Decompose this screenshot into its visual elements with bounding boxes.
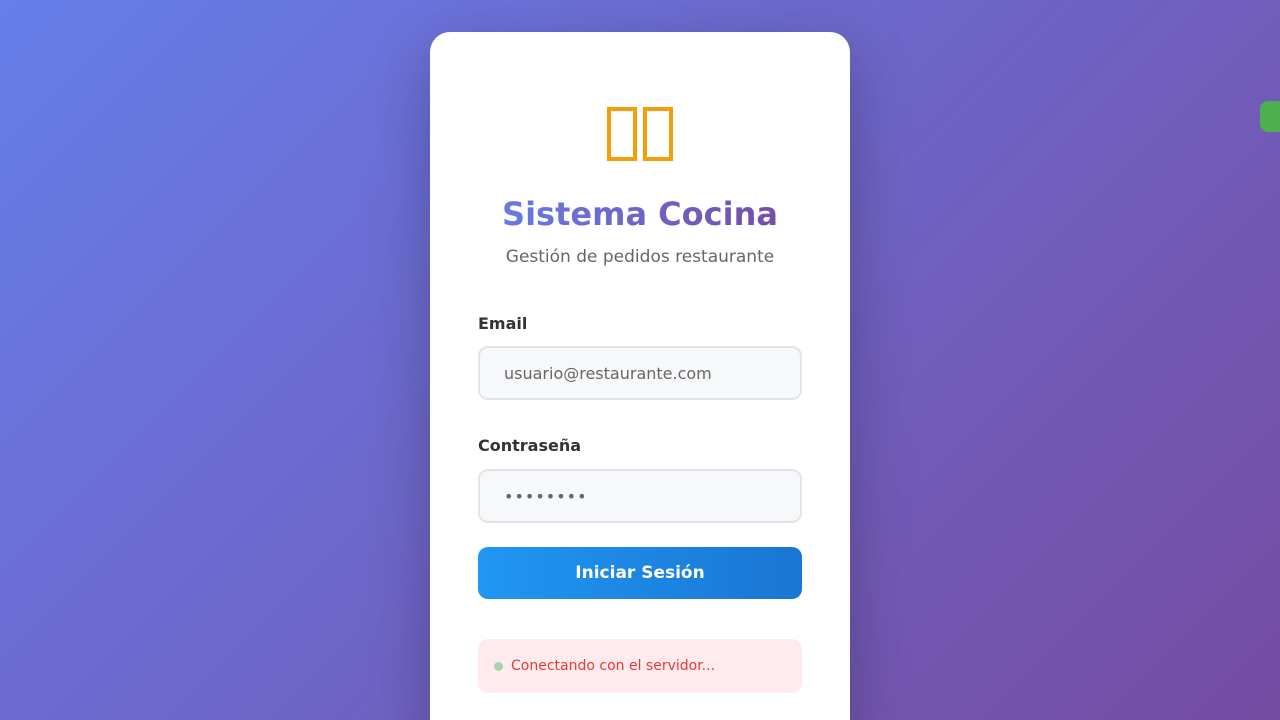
password-field[interactable]: •••••••• [478,469,802,523]
connection-status-alert: Conectando con el servidor... [478,639,802,693]
app-title: Sistema Cocina [478,194,802,234]
email-field[interactable]: usuario@restaurante.com [478,346,802,400]
email-placeholder: usuario@restaurante.com [504,363,712,383]
logo-icon [478,96,802,172]
logo-glyph-box [643,107,673,161]
app-subtitle: Gestión de pedidos restaurante [505,247,775,267]
email-label: Email [478,314,528,333]
password-label: Contraseña [478,436,582,455]
status-text: Conectando con el servidor... [511,658,716,674]
logo-glyph-box [607,107,637,161]
login-card: Sistema Cocina Gestión de pedidos restau… [430,32,850,720]
status-dot-icon [494,661,503,671]
password-value: •••••••• [504,486,588,506]
connection-indicator [1260,101,1280,132]
login-button[interactable]: Iniciar Sesión [478,547,802,599]
